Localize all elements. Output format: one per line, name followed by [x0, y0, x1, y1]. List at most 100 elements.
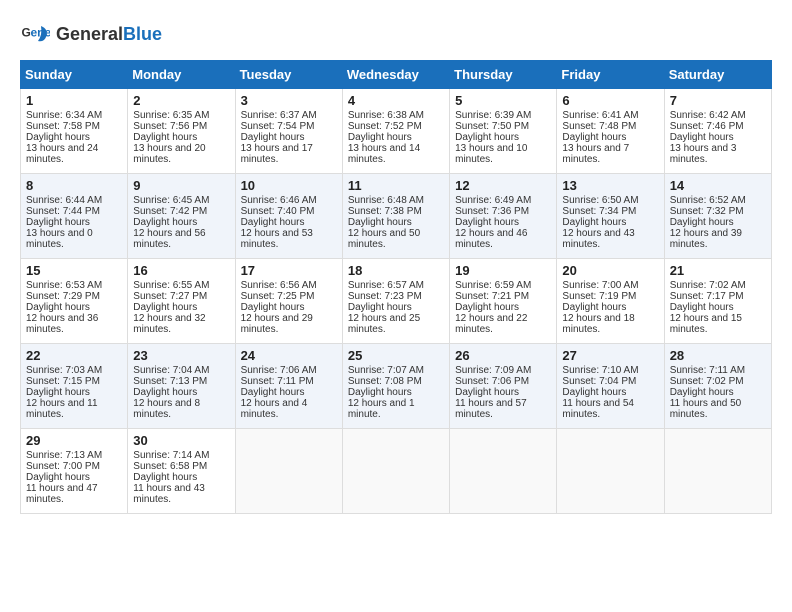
- calendar-cell: [557, 429, 664, 514]
- daylight-duration: 13 hours and 3 minutes.: [670, 143, 737, 165]
- sunset-text: Sunset: 7:38 PM: [348, 206, 422, 217]
- daylight-hours-label: Daylight hours: [26, 302, 90, 313]
- sunrise-text: Sunrise: 6:49 AM: [455, 195, 531, 206]
- sunset-text: Sunset: 7:48 PM: [562, 121, 636, 132]
- daylight-hours-label: Daylight hours: [455, 387, 519, 398]
- sunrise-text: Sunrise: 7:09 AM: [455, 365, 531, 376]
- sunset-text: Sunset: 7:13 PM: [133, 376, 207, 387]
- sunrise-text: Sunrise: 6:46 AM: [241, 195, 317, 206]
- sunrise-text: Sunrise: 6:55 AM: [133, 280, 209, 291]
- sunrise-text: Sunrise: 7:02 AM: [670, 280, 746, 291]
- calendar-cell: 17 Sunrise: 6:56 AM Sunset: 7:25 PM Dayl…: [235, 259, 342, 344]
- daylight-hours-label: Daylight hours: [26, 472, 90, 483]
- daylight-hours-label: Daylight hours: [133, 302, 197, 313]
- sunrise-text: Sunrise: 6:48 AM: [348, 195, 424, 206]
- daylight-duration: 13 hours and 0 minutes.: [26, 228, 93, 250]
- sunrise-text: Sunrise: 7:13 AM: [26, 450, 102, 461]
- calendar-cell: 9 Sunrise: 6:45 AM Sunset: 7:42 PM Dayli…: [128, 174, 235, 259]
- sunrise-text: Sunrise: 6:52 AM: [670, 195, 746, 206]
- sunset-text: Sunset: 6:58 PM: [133, 461, 207, 472]
- sunrise-text: Sunrise: 7:14 AM: [133, 450, 209, 461]
- calendar-cell: 30 Sunrise: 7:14 AM Sunset: 6:58 PM Dayl…: [128, 429, 235, 514]
- sunrise-text: Sunrise: 6:38 AM: [348, 110, 424, 121]
- sunset-text: Sunset: 7:34 PM: [562, 206, 636, 217]
- daylight-hours-label: Daylight hours: [562, 217, 626, 228]
- sunset-text: Sunset: 7:19 PM: [562, 291, 636, 302]
- col-friday: Friday: [557, 61, 664, 89]
- svg-text:G: G: [22, 26, 31, 40]
- calendar-cell: 19 Sunrise: 6:59 AM Sunset: 7:21 PM Dayl…: [450, 259, 557, 344]
- calendar-cell: 12 Sunrise: 6:49 AM Sunset: 7:36 PM Dayl…: [450, 174, 557, 259]
- sunrise-text: Sunrise: 7:06 AM: [241, 365, 317, 376]
- daylight-duration: 12 hours and 11 minutes.: [26, 398, 98, 420]
- daylight-hours-label: Daylight hours: [348, 132, 412, 143]
- daylight-duration: 13 hours and 24 minutes.: [26, 143, 98, 165]
- day-number: 28: [670, 348, 766, 363]
- daylight-duration: 12 hours and 53 minutes.: [241, 228, 313, 250]
- day-number: 30: [133, 433, 229, 448]
- sunrise-text: Sunrise: 6:42 AM: [670, 110, 746, 121]
- day-number: 5: [455, 93, 551, 108]
- sunrise-text: Sunrise: 6:57 AM: [348, 280, 424, 291]
- daylight-hours-label: Daylight hours: [348, 302, 412, 313]
- calendar-cell: 10 Sunrise: 6:46 AM Sunset: 7:40 PM Dayl…: [235, 174, 342, 259]
- daylight-hours-label: Daylight hours: [26, 132, 90, 143]
- daylight-duration: 13 hours and 10 minutes.: [455, 143, 527, 165]
- daylight-hours-label: Daylight hours: [562, 302, 626, 313]
- daylight-hours-label: Daylight hours: [133, 132, 197, 143]
- calendar-table: Sunday Monday Tuesday Wednesday Thursday…: [20, 60, 772, 514]
- daylight-duration: 12 hours and 8 minutes.: [133, 398, 200, 420]
- calendar-cell: 28 Sunrise: 7:11 AM Sunset: 7:02 PM Dayl…: [664, 344, 771, 429]
- day-number: 9: [133, 178, 229, 193]
- daylight-hours-label: Daylight hours: [670, 217, 734, 228]
- sunset-text: Sunset: 7:40 PM: [241, 206, 315, 217]
- day-number: 16: [133, 263, 229, 278]
- sunrise-text: Sunrise: 6:45 AM: [133, 195, 209, 206]
- daylight-hours-label: Daylight hours: [241, 302, 305, 313]
- calendar-cell: 15 Sunrise: 6:53 AM Sunset: 7:29 PM Dayl…: [21, 259, 128, 344]
- sunrise-text: Sunrise: 7:00 AM: [562, 280, 638, 291]
- sunrise-text: Sunrise: 6:50 AM: [562, 195, 638, 206]
- sunset-text: Sunset: 7:11 PM: [241, 376, 314, 387]
- col-monday: Monday: [128, 61, 235, 89]
- daylight-duration: 12 hours and 15 minutes.: [670, 313, 742, 335]
- logo: G eneral GeneralBlue: [20, 20, 162, 50]
- day-number: 3: [241, 93, 337, 108]
- sunrise-text: Sunrise: 7:03 AM: [26, 365, 102, 376]
- daylight-hours-label: Daylight hours: [133, 217, 197, 228]
- sunset-text: Sunset: 7:23 PM: [348, 291, 422, 302]
- logo-icon: G eneral: [20, 20, 50, 50]
- calendar-cell: 4 Sunrise: 6:38 AM Sunset: 7:52 PM Dayli…: [342, 89, 449, 174]
- calendar-week-row: 29 Sunrise: 7:13 AM Sunset: 7:00 PM Dayl…: [21, 429, 772, 514]
- daylight-duration: 11 hours and 43 minutes.: [133, 483, 205, 505]
- daylight-duration: 12 hours and 18 minutes.: [562, 313, 634, 335]
- day-number: 1: [26, 93, 122, 108]
- daylight-hours-label: Daylight hours: [241, 132, 305, 143]
- day-number: 20: [562, 263, 658, 278]
- calendar-cell: [235, 429, 342, 514]
- daylight-hours-label: Daylight hours: [26, 387, 90, 398]
- sunrise-text: Sunrise: 6:56 AM: [241, 280, 317, 291]
- daylight-duration: 12 hours and 22 minutes.: [455, 313, 527, 335]
- calendar-cell: 6 Sunrise: 6:41 AM Sunset: 7:48 PM Dayli…: [557, 89, 664, 174]
- sunrise-text: Sunrise: 7:04 AM: [133, 365, 209, 376]
- daylight-hours-label: Daylight hours: [241, 387, 305, 398]
- day-number: 17: [241, 263, 337, 278]
- sunrise-text: Sunrise: 6:41 AM: [562, 110, 638, 121]
- calendar-cell: 8 Sunrise: 6:44 AM Sunset: 7:44 PM Dayli…: [21, 174, 128, 259]
- daylight-hours-label: Daylight hours: [455, 302, 519, 313]
- daylight-duration: 12 hours and 50 minutes.: [348, 228, 420, 250]
- daylight-duration: 12 hours and 43 minutes.: [562, 228, 634, 250]
- daylight-hours-label: Daylight hours: [133, 472, 197, 483]
- calendar-cell: [342, 429, 449, 514]
- daylight-duration: 13 hours and 17 minutes.: [241, 143, 313, 165]
- sunset-text: Sunset: 7:36 PM: [455, 206, 529, 217]
- daylight-duration: 11 hours and 47 minutes.: [26, 483, 98, 505]
- daylight-duration: 12 hours and 36 minutes.: [26, 313, 98, 335]
- sunset-text: Sunset: 7:46 PM: [670, 121, 744, 132]
- daylight-hours-label: Daylight hours: [670, 387, 734, 398]
- calendar-week-row: 22 Sunrise: 7:03 AM Sunset: 7:15 PM Dayl…: [21, 344, 772, 429]
- calendar-cell: 18 Sunrise: 6:57 AM Sunset: 7:23 PM Dayl…: [342, 259, 449, 344]
- calendar-cell: 23 Sunrise: 7:04 AM Sunset: 7:13 PM Dayl…: [128, 344, 235, 429]
- day-number: 21: [670, 263, 766, 278]
